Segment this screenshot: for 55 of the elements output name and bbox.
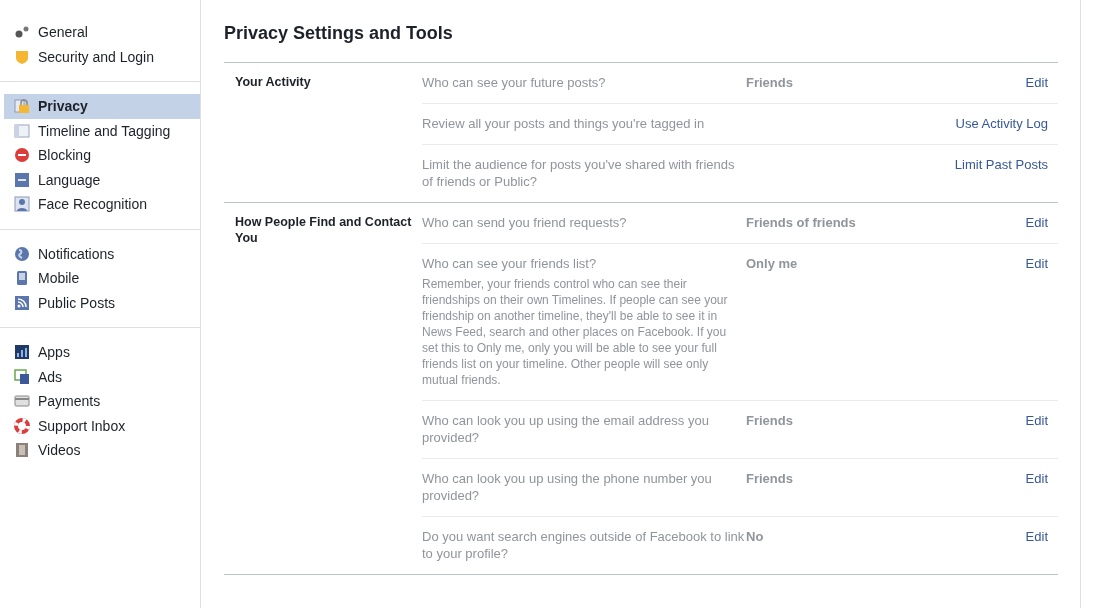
setting-value: Only me	[746, 256, 798, 271]
setting-value: Friends	[746, 75, 793, 90]
section-title: How People Find and Contact You	[234, 214, 413, 247]
setting-value: Friends	[746, 471, 793, 486]
page-title: Privacy Settings and Tools	[224, 23, 454, 44]
setting-question: Do you want search engines outside of Facebook to link to your profile?	[422, 528, 746, 562]
lifebuoy-icon	[14, 417, 30, 434]
sidebar-item[interactable]: Privacy	[4, 94, 200, 119]
action-link[interactable]: Edit	[1025, 412, 1048, 429]
sidebar-item[interactable]: Notifications	[4, 241, 200, 266]
sidebar-item[interactable]: Security and Login	[4, 44, 200, 69]
ads-icon	[14, 368, 30, 385]
card-icon	[14, 393, 30, 410]
sidebar-item[interactable]: General	[4, 20, 200, 45]
setting-value: Friends	[746, 413, 793, 428]
sidebar-item[interactable]: Videos	[4, 438, 200, 463]
sidebar-item[interactable]: Ads	[4, 364, 200, 389]
face-icon	[14, 196, 30, 213]
action-link[interactable]: Edit	[1025, 528, 1048, 545]
sidebar-item[interactable]: Language	[4, 167, 200, 192]
setting-question: Review all your posts and things you're tagged in	[422, 115, 706, 132]
language-icon	[14, 171, 30, 188]
rss-icon	[14, 294, 30, 311]
sidebar-item[interactable]: Timeline and Tagging	[4, 118, 200, 143]
section-title: Your Activity	[234, 74, 312, 91]
setting-question: Limit the audience for posts you've shared with friends of friends or Public?	[422, 156, 736, 190]
action-link[interactable]: Use Activity Log	[955, 115, 1048, 132]
setting-question: Who can look you up using the phone number you provided?	[422, 470, 713, 504]
action-link[interactable]: Edit	[1025, 74, 1048, 91]
globe-icon	[14, 245, 30, 262]
setting-value: No	[746, 529, 764, 544]
setting-question: Who can see your future posts?	[422, 74, 607, 91]
sidebar-item[interactable]: Public Posts	[4, 290, 200, 315]
film-icon	[14, 442, 30, 459]
sidebar-item[interactable]: Apps	[4, 340, 200, 365]
sidebar-item[interactable]: Blocking	[4, 143, 200, 168]
apps-icon	[14, 344, 30, 361]
sidebar-item[interactable]: Mobile	[4, 266, 200, 291]
sidebar-item[interactable]: Payments	[4, 389, 200, 414]
shield-icon	[14, 48, 30, 65]
action-link[interactable]: Edit	[1025, 255, 1048, 272]
timeline-icon	[14, 122, 30, 139]
setting-value: Friends of friends	[746, 215, 856, 230]
block-icon	[14, 147, 30, 164]
setting-description: Remember, your friends control who can see their friendships on their own Timelines. If people can see your friendship on another timeline, they'll be able to see it in News Feed, search and other places on Facebook. If you set this to Only me, only you will be able to see your full friends list on your timeline. Other people will see only mutual friends.	[422, 276, 729, 388]
setting-question: Who can look you up using the email address you provided?	[422, 412, 710, 446]
action-link[interactable]: Edit	[1025, 470, 1048, 487]
sidebar-item[interactable]: Face Recognition	[4, 192, 200, 217]
phone-icon	[14, 270, 30, 287]
action-link[interactable]: Edit	[1025, 214, 1048, 231]
action-link[interactable]: Limit Past Posts	[954, 156, 1048, 173]
sidebar-item[interactable]: Support Inbox	[4, 413, 200, 438]
setting-question: Who can send you friend requests?	[422, 214, 628, 231]
padlock-icon	[14, 98, 30, 115]
setting-question: Who can see your friends list?	[422, 255, 598, 272]
